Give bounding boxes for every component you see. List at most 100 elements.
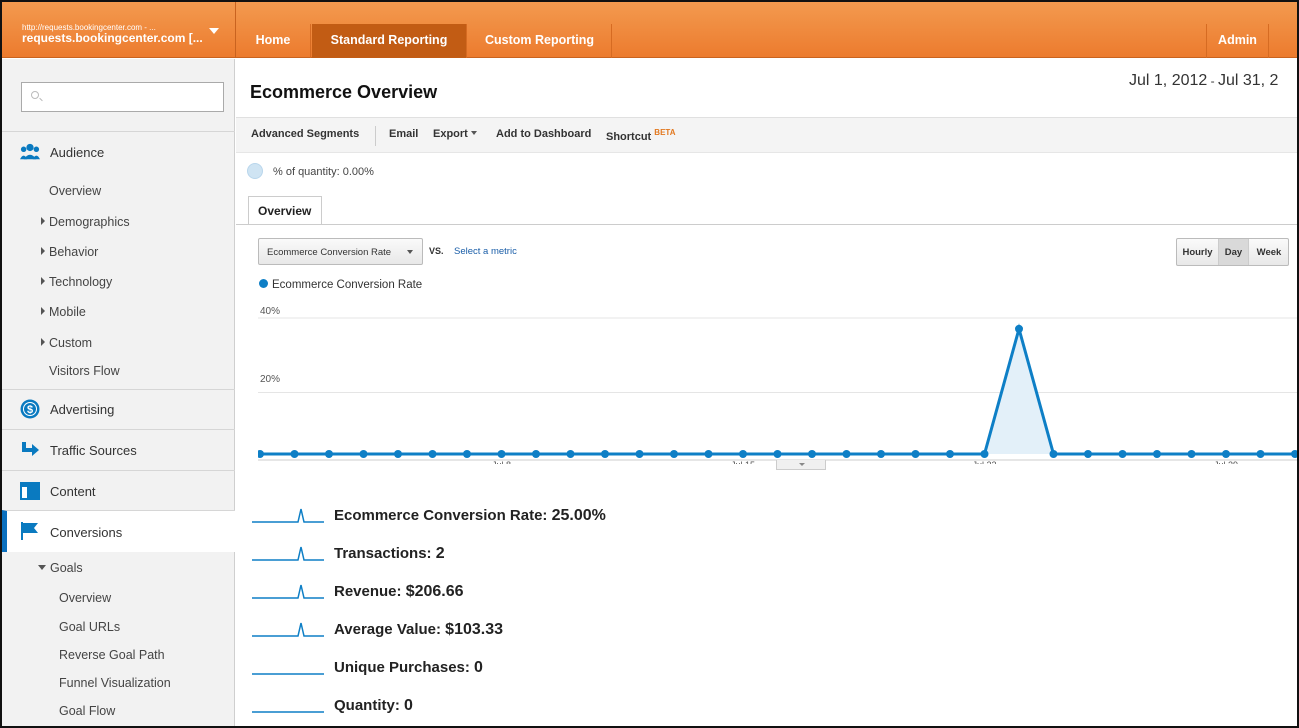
tab-divider [236,224,1297,225]
advanced-segments-button[interactable]: Advanced Segments [251,128,359,140]
sidebar-item-goal-flow[interactable]: Goal Flow [59,704,115,718]
summary-metric-row: Ecommerce Conversion Rate: 25.00% [252,503,952,529]
sidebar-item-label: Technology [49,275,113,289]
sparkline [252,711,324,713]
data-point [463,450,471,458]
summary-metric-label: Revenue: [334,583,406,600]
data-point [1153,450,1161,458]
sidebar-item-label: Custom [49,336,93,350]
sidebar-section-advertising[interactable]: $ Advertising [2,389,235,429]
sparkline-line [252,584,324,599]
sidebar-item-custom[interactable]: Custom [41,336,92,350]
page-title: Ecommerce Overview [250,82,438,102]
sidebar-item-goals-overview[interactable]: Overview [59,591,111,605]
export-label: Export [433,128,468,140]
toolbar-divider [375,126,376,146]
data-point [1222,450,1230,458]
data-point [808,450,816,458]
sidebar-item-funnel-visualization[interactable]: Funnel Visualization [59,676,171,690]
sparkline-line [252,508,324,523]
summary-metric-label: Quantity: [334,697,404,714]
data-point [1256,450,1265,458]
date-start: Jul 1, 2012 [1129,72,1208,89]
summary-metric-text: Average Value: $103.33 [334,621,503,639]
sidebar-item-label: Demographics [49,215,130,229]
dollar-icon: $ [20,399,40,419]
summary-metric-value: $103.33 [445,621,504,638]
top-navigation-bar: http://requests.bookingcenter.com - ... … [2,2,1297,58]
chart-scroll-handle[interactable] [776,460,826,470]
sidebar-item-goals[interactable]: Goals [38,561,83,575]
sidebar-section-conversions[interactable]: Conversions [2,510,235,552]
search-input[interactable] [21,82,224,112]
summary-metric-value: 25.00% [551,507,606,524]
nav-home[interactable]: Home [236,24,311,58]
summary-metric-label: Ecommerce Conversion Rate: [334,507,552,524]
day-button[interactable]: Day [1219,239,1249,265]
collapse-arrow-icon [38,565,46,570]
sidebar-label-conversions: Conversions [50,525,123,540]
expand-arrow-icon [41,277,45,285]
sidebar-item-mobile[interactable]: Mobile [41,305,86,319]
metric-select[interactable]: Ecommerce Conversion Rate [258,238,423,265]
nav-admin[interactable]: Admin [1206,24,1269,58]
chart-legend: Ecommerce Conversion Rate [259,279,422,291]
data-point [1015,324,1023,333]
export-button[interactable]: Export [433,128,477,140]
nav-standard-reporting[interactable]: Standard Reporting [312,24,467,58]
hourly-button[interactable]: Hourly [1177,239,1219,265]
sidebar-item-label: Behavior [49,245,99,259]
data-point [739,450,747,458]
data-point [359,450,368,458]
main-content: Ecommerce Overview Jul 1, 2012 - Jul 31,… [236,59,1297,726]
sidebar-section-audience[interactable]: Audience [2,131,235,171]
data-point [635,450,644,458]
flag-icon [21,522,38,540]
sidebar-item-overview[interactable]: Overview [49,184,101,198]
vs-label: VS. [429,246,444,256]
sidebar-item-technology[interactable]: Technology [41,275,112,289]
sidebar-label-traffic-sources: Traffic Sources [50,443,137,458]
date-separator: - [1207,74,1218,88]
sidebar-section-content[interactable]: Content [2,470,235,510]
data-point [497,450,506,458]
pie-icon [247,163,263,179]
summary-metric-row: Average Value: $103.33 [252,617,952,643]
sidebar-item-demographics[interactable]: Demographics [41,215,130,229]
beta-badge: BETA [654,128,676,137]
x-tick-label: Jul 8 [492,460,511,464]
sidebar-label-content: Content [50,484,96,499]
select-metric-link[interactable]: Select a metric [454,246,517,257]
email-button[interactable]: Email [389,128,418,140]
sidebar-item-behavior[interactable]: Behavior [41,245,98,259]
tab-overview[interactable]: Overview [248,196,322,225]
data-point [290,450,299,458]
sidebar-label-advertising: Advertising [50,402,115,417]
data-point [946,450,954,458]
data-point [601,450,609,458]
add-to-dashboard-button[interactable]: Add to Dashboard [496,128,591,140]
sparkline [252,673,324,675]
data-point [532,450,540,458]
sidebar: Audience Overview Demographics Behavior … [2,59,235,726]
x-tick-label: Jul 29 [1214,460,1238,464]
legend-label: Ecommerce Conversion Rate [272,279,423,291]
sidebar-item-goal-urls[interactable]: Goal URLs [59,620,120,634]
sidebar-section-traffic-sources[interactable]: Traffic Sources [2,429,235,470]
shortcut-button[interactable]: Shortcut BETA [606,128,675,143]
data-point [980,450,989,458]
nav-custom-reporting[interactable]: Custom Reporting [468,24,612,58]
summary-metric-text: Ecommerce Conversion Rate: 25.00% [334,507,606,525]
summary-metric-label: Unique Purchases: [334,659,475,676]
summary-metric-text: Transactions: 2 [334,545,445,563]
series-line [260,323,1295,456]
summary-metric-text: Quantity: 0 [334,697,413,715]
sidebar-item-reverse-goal-path[interactable]: Reverse Goal Path [59,648,165,662]
data-point [1049,450,1058,458]
date-end: Jul 31, 2 [1217,72,1279,89]
date-range-picker[interactable]: Jul 1, 2012 - Jul 31, 2 [1129,72,1278,90]
account-selector[interactable]: http://requests.bookingcenter.com - ... … [2,2,236,58]
week-button[interactable]: Week [1249,239,1289,265]
sidebar-item-visitors-flow[interactable]: Visitors Flow [49,364,120,378]
report-toolbar: Advanced Segments Email Export Add to Da… [236,117,1297,153]
